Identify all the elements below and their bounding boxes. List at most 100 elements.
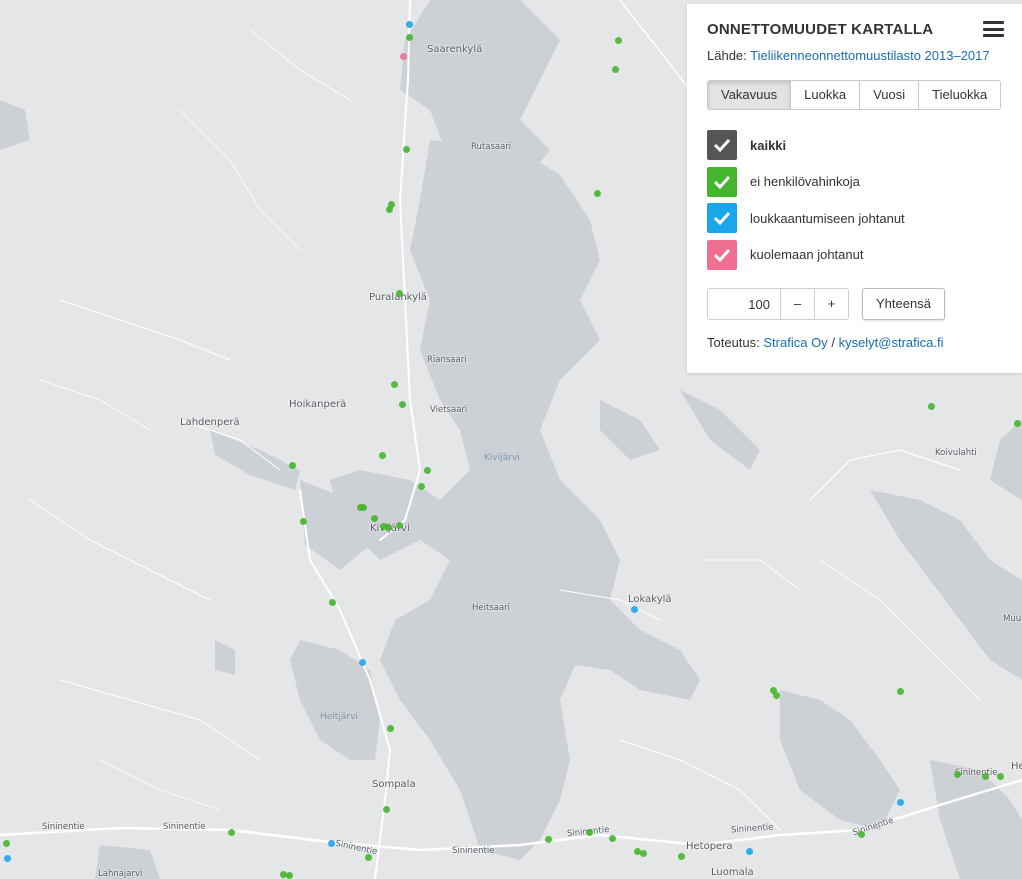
email-link[interactable]: kyselyt@strafica.fi (839, 335, 944, 350)
accident-dot[interactable] (327, 839, 335, 847)
road-label: Sininentie (163, 822, 206, 832)
credit-separator: / (831, 335, 835, 350)
accident-dot[interactable] (288, 461, 296, 469)
accident-dot[interactable] (544, 835, 552, 843)
check-icon (713, 211, 731, 226)
legend-label: kaikki (750, 137, 787, 153)
accident-dot[interactable] (614, 36, 622, 44)
accident-dot[interactable] (227, 828, 235, 836)
tab-vakavuus[interactable]: Vakavuus (708, 81, 791, 109)
check-icon (713, 248, 731, 262)
legend-item-all[interactable]: kaikki (707, 130, 905, 160)
accident-dot[interactable] (1013, 419, 1021, 427)
filter-tabs: Vakavuus Luokka Vuosi Tieluokka (707, 80, 1002, 110)
hamburger-menu-icon[interactable] (983, 21, 1004, 37)
place-label: Lahnajarvi (98, 869, 143, 879)
accident-dot[interactable] (328, 598, 336, 606)
accident-dot[interactable] (927, 402, 935, 410)
accident-dot[interactable] (630, 605, 638, 613)
count-stepper: – + (707, 288, 849, 320)
lake-label: Kivijärvi (484, 453, 520, 463)
checkbox-no-injury[interactable] (707, 166, 737, 197)
accident-dot[interactable] (370, 514, 378, 522)
checkbox-all[interactable] (707, 130, 737, 160)
place-label: Riansaari (427, 355, 467, 365)
count-controls: – + Yhteensä (707, 288, 945, 320)
tab-luokka[interactable]: Luokka (790, 81, 860, 109)
accident-dot[interactable] (3, 854, 11, 862)
company-link[interactable]: Strafica Oy (763, 335, 827, 350)
accident-dot[interactable] (395, 521, 403, 529)
accident-dot[interactable] (996, 772, 1004, 780)
tab-vuosi[interactable]: Vuosi (859, 81, 919, 109)
accident-dot[interactable] (2, 839, 10, 847)
accident-dot[interactable] (772, 691, 780, 699)
credit-label: Toteutus: (707, 335, 760, 350)
checkbox-injury[interactable] (707, 203, 737, 233)
accident-dot[interactable] (364, 853, 372, 861)
lake-label: Heitjärvi (320, 712, 358, 722)
credit-line: Toteutus: Strafica Oy / kyselyt@strafica… (707, 335, 944, 350)
legend-item-injury[interactable]: loukkaantumiseen johtanut (707, 203, 905, 233)
accident-dot[interactable] (386, 724, 394, 732)
tab-tieluokka[interactable]: Tieluokka (918, 81, 1001, 109)
place-label: Vietsaari (430, 405, 468, 415)
accident-dot[interactable] (402, 145, 410, 153)
accident-dot[interactable] (359, 503, 367, 511)
accident-dot[interactable] (593, 189, 601, 197)
accident-dot[interactable] (896, 687, 904, 695)
accident-dot[interactable] (390, 380, 398, 388)
accident-dot[interactable] (395, 289, 403, 297)
source-line: Lähde: Tieliikenneonnettomuustilasto 201… (707, 48, 990, 63)
place-label: Heitsaari (472, 603, 511, 613)
accident-dot[interactable] (382, 805, 390, 813)
legend-item-no-injury[interactable]: ei henkilövahinkoja (707, 166, 905, 197)
accident-dot[interactable] (299, 517, 307, 525)
decrement-button[interactable]: – (780, 289, 814, 319)
legend-label: ei henkilövahinkoja (750, 174, 860, 189)
place-label: Koivulahti (935, 448, 977, 458)
accident-dot[interactable] (384, 523, 392, 531)
place-label: Saarenkylä (427, 44, 483, 55)
accident-dot[interactable] (981, 772, 989, 780)
place-label: Lahdenperä (180, 417, 240, 428)
count-input[interactable] (708, 289, 780, 319)
place-label: Luomala (711, 867, 754, 878)
accident-dot[interactable] (399, 52, 407, 60)
severity-legend: kaikki ei henkilövahinkoja loukkaantumis… (707, 130, 905, 276)
accident-dot[interactable] (585, 828, 593, 836)
increment-button[interactable]: + (814, 289, 848, 319)
panel-title: ONNETTOMUUDET KARTALLA (707, 21, 934, 38)
legend-label: loukkaantumiseen johtanut (750, 210, 905, 226)
legend-label: kuolemaan johtanut (750, 247, 864, 262)
place-label: Sompala (372, 779, 416, 790)
accident-dot[interactable] (358, 658, 366, 666)
accident-dot[interactable] (639, 849, 647, 857)
accident-dot[interactable] (417, 482, 425, 490)
legend-item-fatal[interactable]: kuolemaan johtanut (707, 239, 905, 270)
accident-dot[interactable] (285, 871, 293, 879)
accident-dot[interactable] (611, 65, 619, 73)
accident-dot[interactable] (953, 770, 961, 778)
accident-dot[interactable] (608, 834, 616, 842)
place-label: Muu (1003, 614, 1022, 624)
accident-dot[interactable] (385, 205, 393, 213)
control-panel: ONNETTOMUUDET KARTALLA Lähde: Tieliikenn… (687, 4, 1022, 373)
place-label: Lokakylä (628, 594, 672, 605)
checkbox-fatal[interactable] (707, 239, 737, 270)
check-icon (713, 175, 731, 189)
accident-dot[interactable] (896, 798, 904, 806)
accident-dot[interactable] (677, 852, 685, 860)
place-label: He (1011, 761, 1022, 772)
accident-dot[interactable] (378, 451, 386, 459)
accident-dot[interactable] (745, 847, 753, 855)
total-button[interactable]: Yhteensä (862, 288, 945, 320)
source-link[interactable]: Tieliikenneonnettomuustilasto 2013–2017 (750, 48, 989, 63)
accident-dot[interactable] (405, 33, 413, 41)
accident-dot[interactable] (405, 20, 413, 28)
accident-dot[interactable] (857, 830, 865, 838)
accident-dot[interactable] (423, 466, 431, 474)
road-label: Sininentie (452, 846, 495, 856)
place-label: Hetopera (686, 841, 733, 852)
accident-dot[interactable] (398, 400, 406, 408)
